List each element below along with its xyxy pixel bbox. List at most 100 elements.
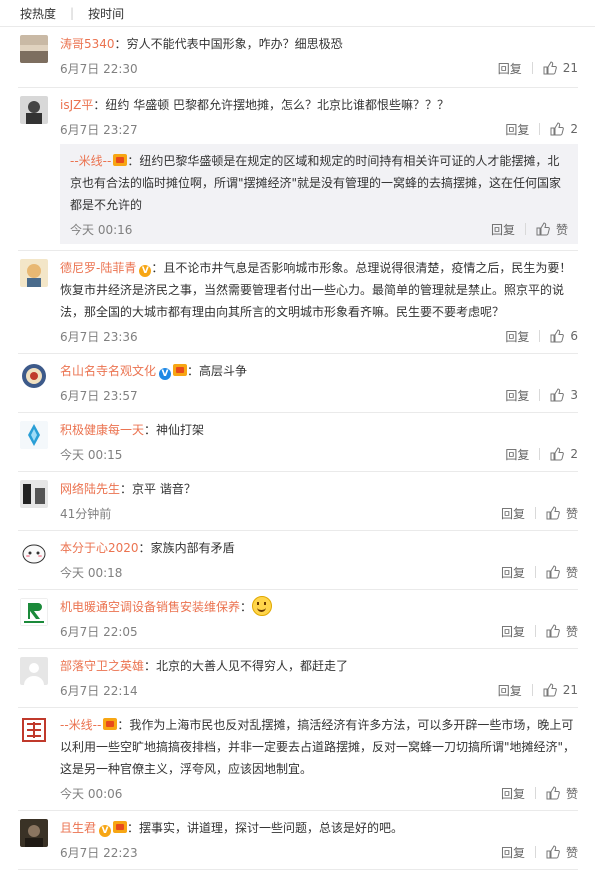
sort-divider: | bbox=[70, 6, 75, 20]
comment-username[interactable]: 本分于心2020 bbox=[60, 541, 139, 555]
thumbs-up-icon bbox=[546, 845, 560, 859]
avatar[interactable] bbox=[20, 657, 48, 685]
comment-username[interactable]: 部落守卫之英雄 bbox=[60, 659, 144, 673]
comment-username[interactable]: 名山名寺名观文化 bbox=[60, 364, 156, 378]
reply-button[interactable]: 回复 bbox=[505, 387, 529, 404]
action-divider bbox=[534, 787, 536, 799]
action-divider bbox=[534, 846, 536, 858]
avatar-image bbox=[20, 716, 48, 744]
like-button[interactable]: 2 bbox=[550, 122, 578, 136]
comment-text: 我作为上海市民也反对乱摆摊，搞活经济有许多方法，可以多开辟一些市场，晚上可以利用… bbox=[60, 718, 576, 776]
comment-item: 积极健康每一天：神仙打架 今天 00:15 回复 2 bbox=[18, 413, 578, 472]
comment-time: 6月7日 23:57 bbox=[60, 388, 138, 403]
reply-username[interactable]: --米线-- bbox=[70, 154, 111, 168]
comment-username[interactable]: 机电暖通空调设备销售安装维保养 bbox=[60, 600, 240, 614]
reply-button[interactable]: 回复 bbox=[501, 505, 525, 522]
colon: ： bbox=[151, 261, 164, 275]
sort-by-hot[interactable]: 按热度 bbox=[20, 5, 56, 22]
like-button[interactable]: 3 bbox=[550, 388, 578, 402]
avatar[interactable] bbox=[20, 421, 48, 449]
action-divider bbox=[531, 62, 533, 74]
colon: ： bbox=[120, 482, 133, 496]
like-count: 3 bbox=[570, 388, 578, 402]
reply-button[interactable]: 回复 bbox=[498, 682, 522, 699]
like-label: 赞 bbox=[565, 845, 578, 860]
like-button[interactable]: 2 bbox=[550, 447, 578, 461]
avatar[interactable] bbox=[20, 539, 48, 567]
comment-item: 部落守卫之英雄：北京的大善人见不得穷人，都赶走了 6月7日 22:14 回复 2… bbox=[18, 649, 578, 708]
like-button[interactable]: 21 bbox=[543, 683, 578, 697]
verified-badge-icon: V bbox=[139, 265, 152, 277]
comment-text: 家族内部有矛盾 bbox=[150, 541, 235, 555]
thumbs-up-icon bbox=[550, 388, 565, 402]
comment-time: 今天 00:18 bbox=[60, 565, 123, 580]
thumbs-up-icon bbox=[546, 624, 560, 638]
like-button[interactable]: 6 bbox=[550, 329, 578, 343]
avatar[interactable] bbox=[20, 35, 48, 63]
reply-button[interactable]: 回复 bbox=[501, 785, 525, 802]
reply-button[interactable]: 回复 bbox=[505, 328, 529, 345]
thumbs-up-icon bbox=[536, 222, 550, 236]
reply-button[interactable]: 回复 bbox=[498, 60, 522, 77]
avatar-image bbox=[20, 259, 48, 287]
reply-button[interactable]: 回复 bbox=[501, 623, 525, 640]
avatar[interactable] bbox=[20, 480, 48, 508]
reply-button[interactable]: 回复 bbox=[501, 844, 525, 861]
comment-username[interactable]: 积极健康每一天 bbox=[60, 423, 144, 437]
avatar[interactable] bbox=[20, 96, 48, 124]
reply-button[interactable]: 回复 bbox=[505, 446, 529, 463]
like-button[interactable]: 赞 bbox=[546, 564, 578, 581]
comment-time: 今天 00:06 bbox=[60, 786, 123, 801]
colon: ： bbox=[117, 718, 130, 732]
like-count: 21 bbox=[562, 61, 578, 75]
comment-time: 6月7日 23:27 bbox=[60, 122, 138, 137]
comment-username[interactable]: 涛哥5340 bbox=[60, 37, 115, 51]
comment-list: 涛哥5340：穷人不能代表中国形象，咋办？细思极恐 6月7日 22:30 回复 … bbox=[0, 27, 595, 870]
action-divider bbox=[531, 684, 533, 696]
comment-time: 6月7日 22:30 bbox=[60, 61, 138, 76]
thumbs-up-icon bbox=[546, 786, 560, 800]
avatar[interactable] bbox=[20, 362, 48, 390]
reply-button[interactable]: 回复 bbox=[501, 564, 525, 581]
colon: ： bbox=[144, 659, 157, 673]
avatar-image bbox=[20, 539, 48, 567]
vip-badge-icon bbox=[113, 821, 128, 833]
avatar[interactable] bbox=[20, 716, 48, 744]
comment-username[interactable]: 网络陆先生 bbox=[60, 482, 120, 496]
comment-item: isJZ平：纽约 华盛顿 巴黎都允许摆地摊，怎么？北京比谁都恨些嘛？？？ 6月7… bbox=[18, 88, 578, 251]
comment-username[interactable]: 且生君 bbox=[60, 821, 96, 835]
comment-time: 6月7日 22:05 bbox=[60, 624, 138, 639]
sort-by-time[interactable]: 按时间 bbox=[88, 5, 124, 22]
comment-username[interactable]: isJZ平 bbox=[60, 98, 93, 112]
thumbs-up-icon bbox=[550, 329, 565, 343]
comment-time: 6月7日 22:14 bbox=[60, 683, 138, 698]
avatar[interactable] bbox=[20, 259, 48, 287]
avatar[interactable] bbox=[20, 819, 48, 847]
like-button[interactable]: 赞 bbox=[546, 844, 578, 861]
reply-button[interactable]: 回复 bbox=[491, 221, 515, 238]
thumbs-up-icon bbox=[543, 61, 557, 75]
reply-button[interactable]: 回复 bbox=[505, 121, 529, 138]
comment-time: 6月7日 22:23 bbox=[60, 845, 138, 860]
like-button[interactable]: 赞 bbox=[536, 221, 568, 238]
like-button[interactable]: 21 bbox=[543, 61, 578, 75]
comment-item: 德尼罗-陆菲青 V ：且不论市井气息是否影响城市形象。总理说得很清楚，疫情之后，民生… bbox=[18, 251, 578, 354]
vip-badge-icon bbox=[103, 718, 118, 730]
like-button[interactable]: 赞 bbox=[546, 785, 578, 802]
colon: ： bbox=[127, 154, 140, 168]
sort-bar: 按热度 | 按时间 bbox=[0, 0, 595, 27]
like-count: 6 bbox=[570, 329, 578, 343]
avatar-image bbox=[20, 598, 48, 626]
comment-username[interactable]: 德尼罗-陆菲青 bbox=[60, 261, 136, 275]
comment-text: 高层斗争 bbox=[199, 364, 248, 378]
avatar[interactable] bbox=[20, 598, 48, 626]
like-button[interactable]: 赞 bbox=[546, 505, 578, 522]
action-divider bbox=[539, 389, 541, 401]
reply-text: 纽约巴黎华盛顿是在规定的区域和规定的时间持有相关许可证的人才能摆摊，北京也有合法… bbox=[70, 154, 562, 212]
like-button[interactable]: 赞 bbox=[546, 623, 578, 640]
reply-thread: --米线-- ：纽约巴黎华盛顿是在规定的区域和规定的时间持有相关许可证的人才能摆摊… bbox=[60, 144, 578, 244]
comment-item: 本分于心2020：家族内部有矛盾 今天 00:18 回复 赞 bbox=[18, 531, 578, 590]
action-divider bbox=[534, 625, 536, 637]
like-count: 2 bbox=[570, 122, 578, 136]
comment-username[interactable]: --米线-- bbox=[60, 718, 101, 732]
